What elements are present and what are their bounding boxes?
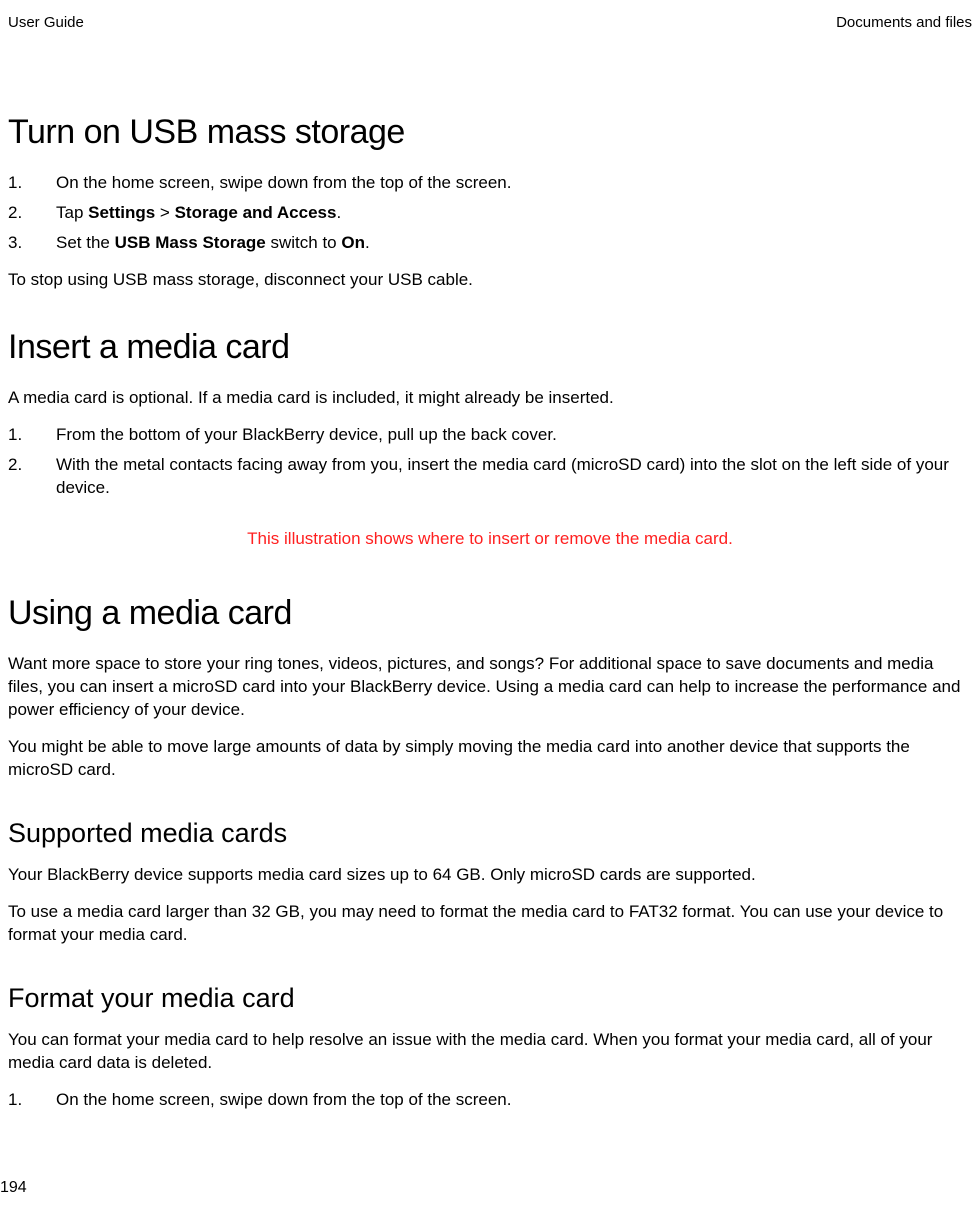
page-number: 194: [0, 1179, 27, 1197]
using-p1: Want more space to store your ring tones…: [8, 653, 972, 722]
list-item: On the home screen, swipe down from the …: [8, 1089, 972, 1112]
list-item: Set the USB Mass Storage switch to On.: [8, 232, 972, 255]
illustration-caption: This illustration shows where to insert …: [8, 528, 972, 551]
subsection-title-supported: Supported media cards: [8, 818, 972, 849]
format-p1: You can format your media card to help r…: [8, 1029, 972, 1075]
list-item: With the metal contacts facing away from…: [8, 454, 972, 500]
supported-p2: To use a media card larger than 32 GB, y…: [8, 901, 972, 947]
header-right: Documents and files: [836, 14, 972, 31]
list-item: On the home screen, swipe down from the …: [8, 172, 972, 195]
list-item: From the bottom of your BlackBerry devic…: [8, 424, 972, 447]
insert-intro: A media card is optional. If a media car…: [8, 387, 972, 410]
section-title-using: Using a media card: [8, 594, 972, 633]
header-left: User Guide: [8, 14, 84, 31]
section-title-insert: Insert a media card: [8, 328, 972, 367]
page-content: Turn on USB mass storage On the home scr…: [8, 113, 972, 1112]
insert-steps: From the bottom of your BlackBerry devic…: [8, 424, 972, 500]
usb-steps: On the home screen, swipe down from the …: [8, 172, 972, 255]
usb-note: To stop using USB mass storage, disconne…: [8, 269, 972, 292]
supported-p1: Your BlackBerry device supports media ca…: [8, 864, 972, 887]
using-p2: You might be able to move large amounts …: [8, 736, 972, 782]
page-header: User Guide Documents and files: [8, 14, 972, 31]
subsection-title-format: Format your media card: [8, 983, 972, 1014]
format-steps: On the home screen, swipe down from the …: [8, 1089, 972, 1112]
list-item: Tap Settings > Storage and Access.: [8, 202, 972, 225]
section-title-usb: Turn on USB mass storage: [8, 113, 972, 152]
